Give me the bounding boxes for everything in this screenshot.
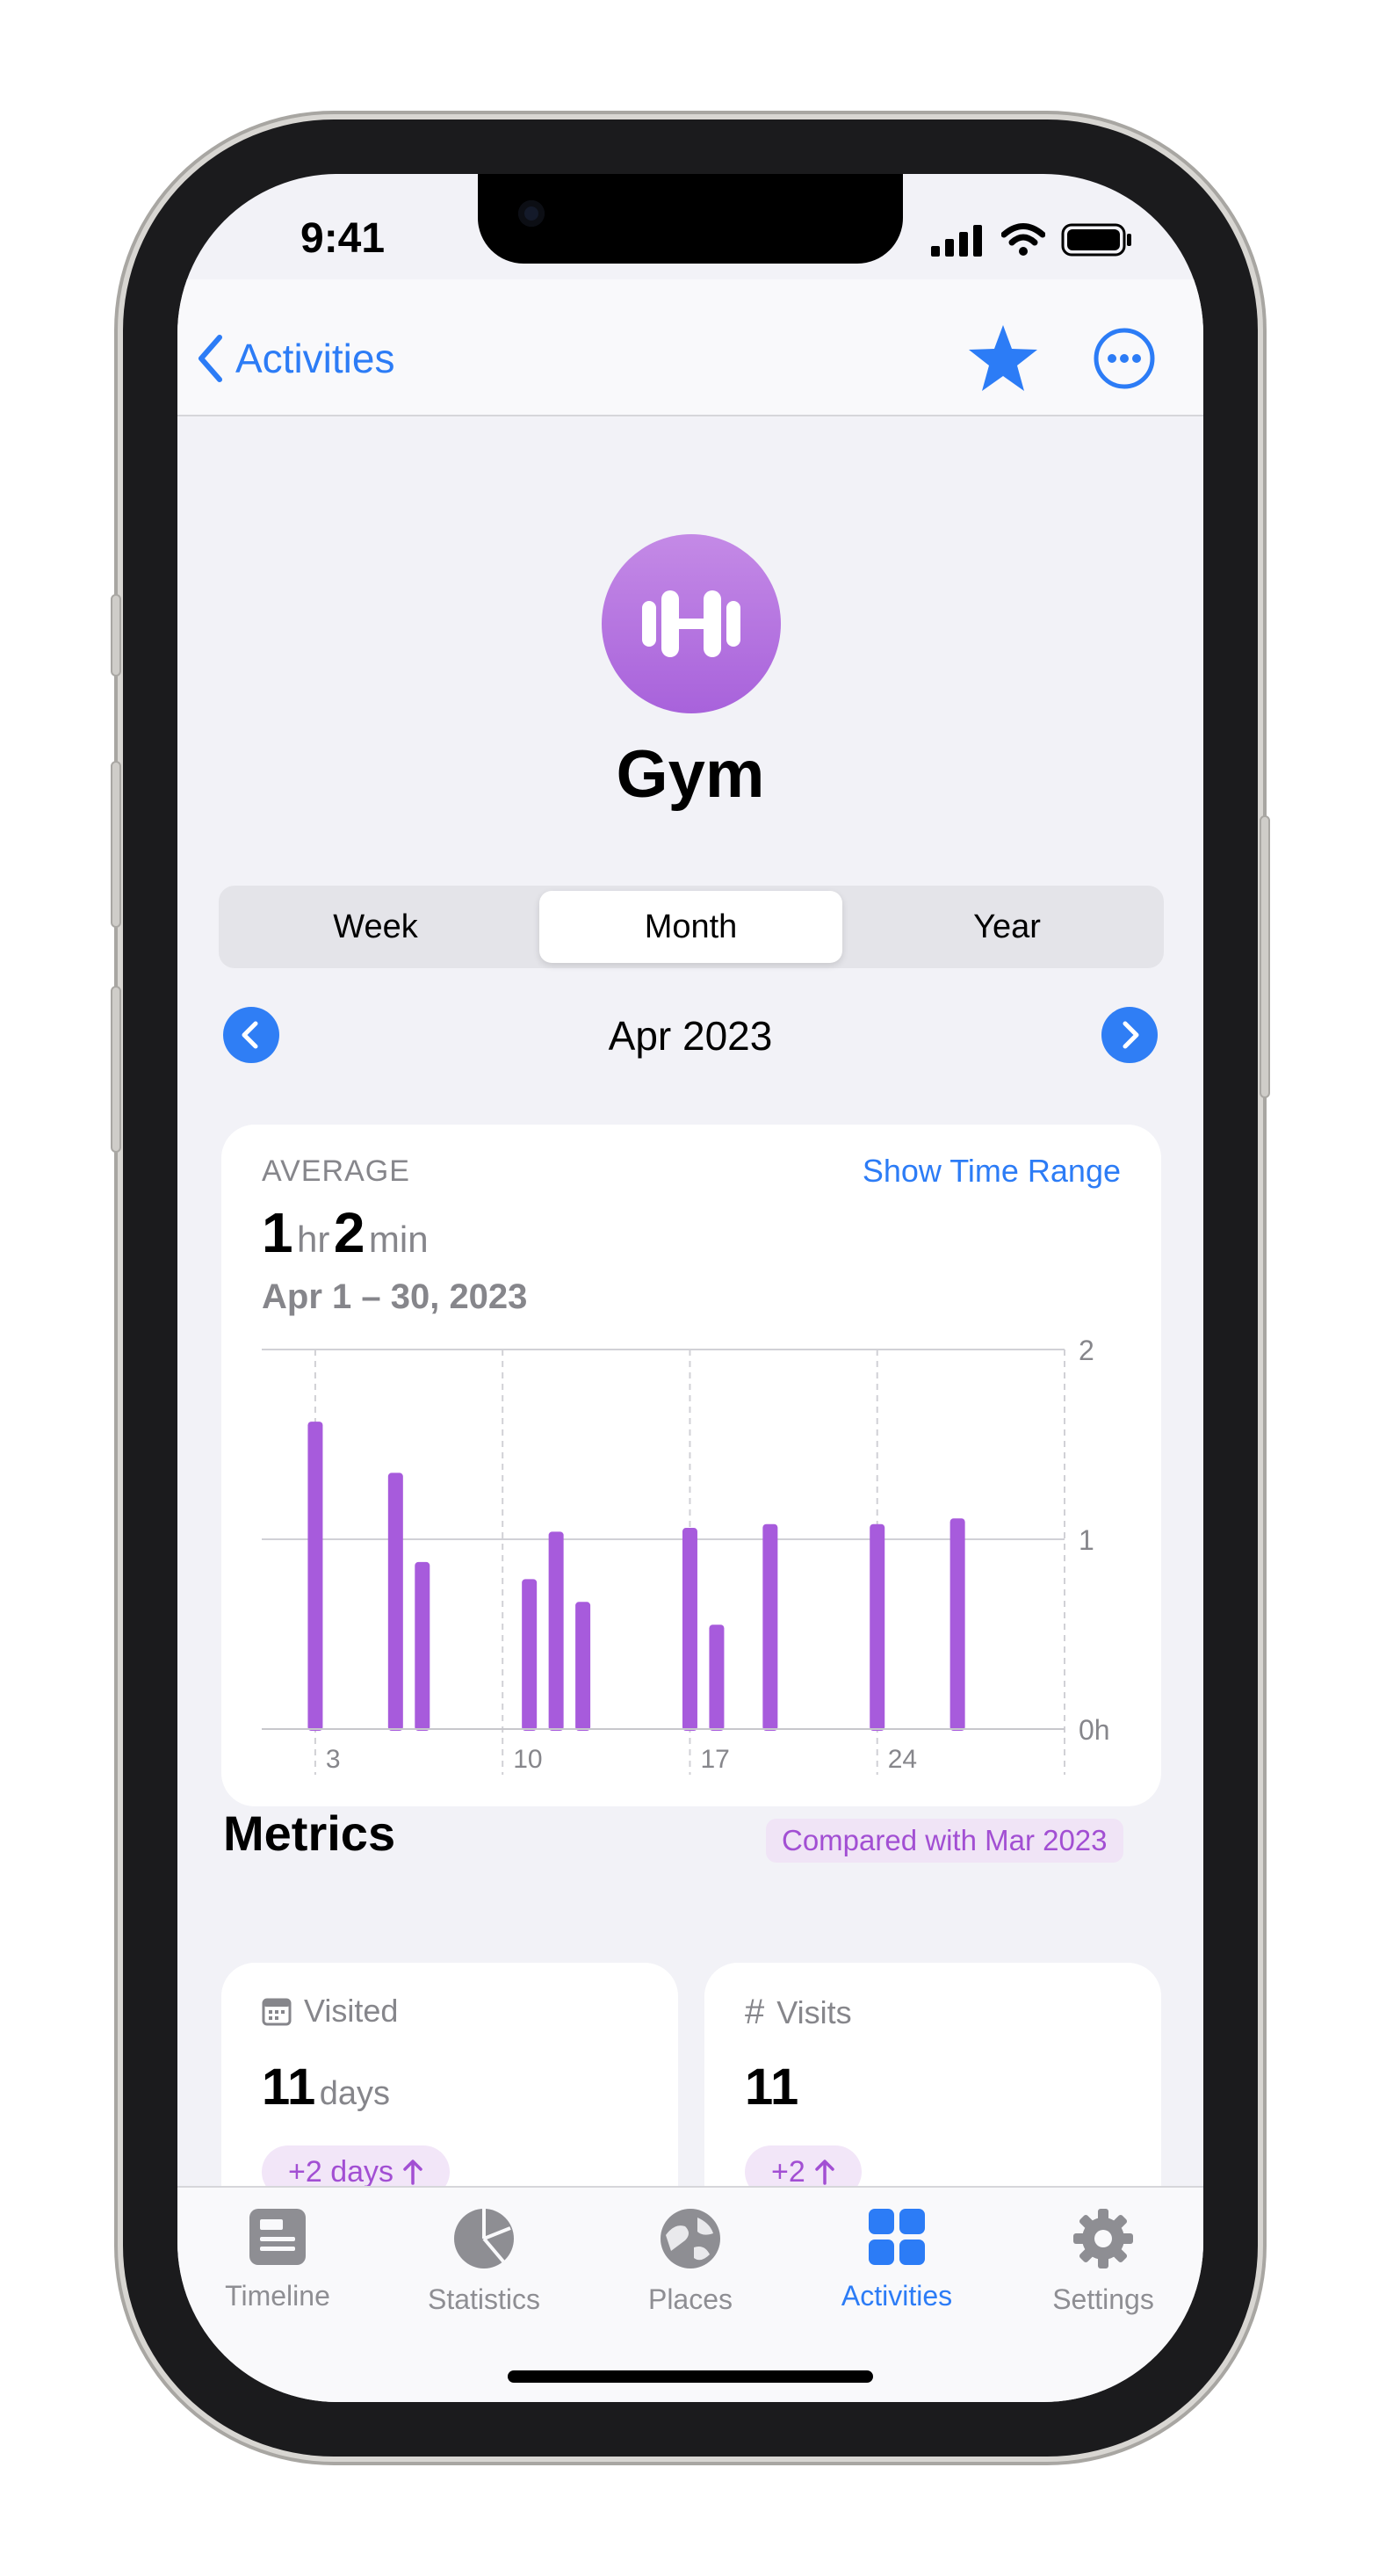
activity-title: Gym bbox=[616, 737, 765, 812]
statistics-icon bbox=[454, 2209, 514, 2268]
wifi-icon bbox=[1001, 223, 1045, 256]
visited-label: Visited bbox=[304, 1993, 399, 2029]
y-tick-label: 2 bbox=[1079, 1335, 1094, 1366]
tab-label-timeline: Timeline bbox=[225, 2280, 330, 2312]
average-hours: 1 bbox=[262, 1201, 293, 1264]
timeline-icon bbox=[249, 2209, 306, 2265]
places-icon bbox=[661, 2209, 720, 2268]
visited-value: 11 bbox=[262, 2059, 316, 2116]
navigation-bar: Activities bbox=[177, 279, 1203, 416]
back-label: Activities bbox=[235, 336, 395, 381]
average-duration: 1 hr 2 min bbox=[262, 1200, 429, 1265]
tab-label-statistics: Statistics bbox=[427, 2283, 541, 2315]
average-card: AVERAGE Show Time Range 1 hr 2 min Apr 1… bbox=[221, 1125, 1161, 1806]
visits-header: # Visits bbox=[745, 1993, 852, 2032]
chart-bar bbox=[548, 1531, 564, 1731]
gym-activity-badge bbox=[602, 534, 781, 713]
arrow-up-icon bbox=[403, 2160, 422, 2185]
cellular-signal-icon bbox=[931, 225, 982, 257]
chart-bar bbox=[709, 1624, 725, 1731]
tab-settings[interactable]: Settings bbox=[1015, 2207, 1191, 2316]
chart-bar bbox=[949, 1518, 965, 1731]
segment-week[interactable]: Week bbox=[224, 891, 527, 963]
daily-duration-bar-chart: 2 1 0h 3 10 17 24 bbox=[262, 1335, 1110, 1775]
volume-up-button bbox=[111, 761, 121, 928]
back-button[interactable]: Activities bbox=[197, 334, 394, 383]
phone-device: 9:41 Activities Gym Week Month Year Apr … bbox=[111, 119, 1270, 2457]
more-options-icon[interactable] bbox=[1091, 325, 1158, 392]
front-camera bbox=[518, 200, 545, 227]
silent-switch bbox=[111, 594, 121, 677]
dumbbell-icon bbox=[642, 590, 740, 657]
x-tick-label: 24 bbox=[888, 1745, 917, 1774]
tab-timeline[interactable]: Timeline bbox=[190, 2207, 365, 2312]
visited-header: Visited bbox=[262, 1993, 398, 2030]
x-tick-label: 10 bbox=[513, 1745, 542, 1774]
battery-icon bbox=[1061, 223, 1131, 257]
period-selector: Apr 2023 bbox=[177, 1000, 1203, 1070]
segment-year[interactable]: Year bbox=[856, 891, 1159, 963]
calendar-icon bbox=[262, 1998, 292, 2026]
next-period-button[interactable] bbox=[1101, 1007, 1158, 1063]
visits-label: Visits bbox=[776, 1994, 852, 2030]
y-tick-label: 1 bbox=[1079, 1524, 1094, 1556]
tab-label-activities: Activities bbox=[841, 2280, 953, 2312]
volume-down-button bbox=[111, 986, 121, 1153]
settings-icon bbox=[1073, 2209, 1133, 2268]
x-tick-label: 17 bbox=[700, 1745, 729, 1774]
comparison-badge: Compared with Mar 2023 bbox=[766, 1819, 1123, 1863]
tab-statistics[interactable]: Statistics bbox=[396, 2207, 572, 2316]
average-minutes: 2 bbox=[333, 1201, 365, 1264]
activities-icon bbox=[869, 2209, 925, 2265]
power-button bbox=[1260, 815, 1270, 1098]
segment-month[interactable]: Month bbox=[539, 891, 842, 963]
home-indicator bbox=[508, 2370, 873, 2383]
chart-bar bbox=[682, 1528, 697, 1731]
average-caption: AVERAGE bbox=[262, 1154, 410, 1188]
y-tick-label: 0h bbox=[1079, 1714, 1110, 1746]
chart-bar bbox=[762, 1523, 778, 1731]
tab-label-places: Places bbox=[647, 2283, 733, 2315]
period-label: Apr 2023 bbox=[608, 1013, 773, 1059]
average-minutes-unit: min bbox=[368, 1219, 429, 1260]
arrow-up-icon bbox=[815, 2160, 834, 2185]
chevron-left-icon bbox=[199, 335, 222, 382]
tab-places[interactable]: Places bbox=[603, 2207, 778, 2316]
visited-value-row: 11 days bbox=[262, 2058, 390, 2117]
notch bbox=[478, 174, 903, 264]
favorite-star-icon[interactable] bbox=[966, 322, 1040, 395]
time-range-segmented-control: Week Month Year bbox=[219, 886, 1164, 968]
metrics-heading: Metrics bbox=[223, 1805, 396, 1861]
screen: 9:41 Activities Gym Week Month Year Apr … bbox=[177, 174, 1203, 2402]
chart-bar bbox=[415, 1561, 430, 1731]
x-tick-label: 3 bbox=[326, 1745, 341, 1774]
status-time: 9:41 bbox=[300, 215, 386, 262]
visited-unit: days bbox=[319, 2075, 391, 2112]
chevron-right-icon bbox=[1123, 1021, 1139, 1049]
average-hours-unit: hr bbox=[297, 1219, 330, 1260]
visits-value: 11 bbox=[745, 2059, 799, 2116]
tab-label-settings: Settings bbox=[1052, 2283, 1154, 2315]
chart-bar bbox=[387, 1473, 403, 1731]
chart-bar bbox=[522, 1579, 538, 1731]
chart-bar bbox=[307, 1422, 323, 1731]
chart-bar bbox=[870, 1523, 885, 1731]
show-time-range-link[interactable]: Show Time Range bbox=[863, 1153, 1121, 1190]
chart-bar bbox=[575, 1602, 591, 1731]
visits-value-row: 11 bbox=[745, 2058, 798, 2117]
tab-activities[interactable]: Activities bbox=[809, 2207, 985, 2312]
hash-icon: # bbox=[745, 1993, 765, 2031]
